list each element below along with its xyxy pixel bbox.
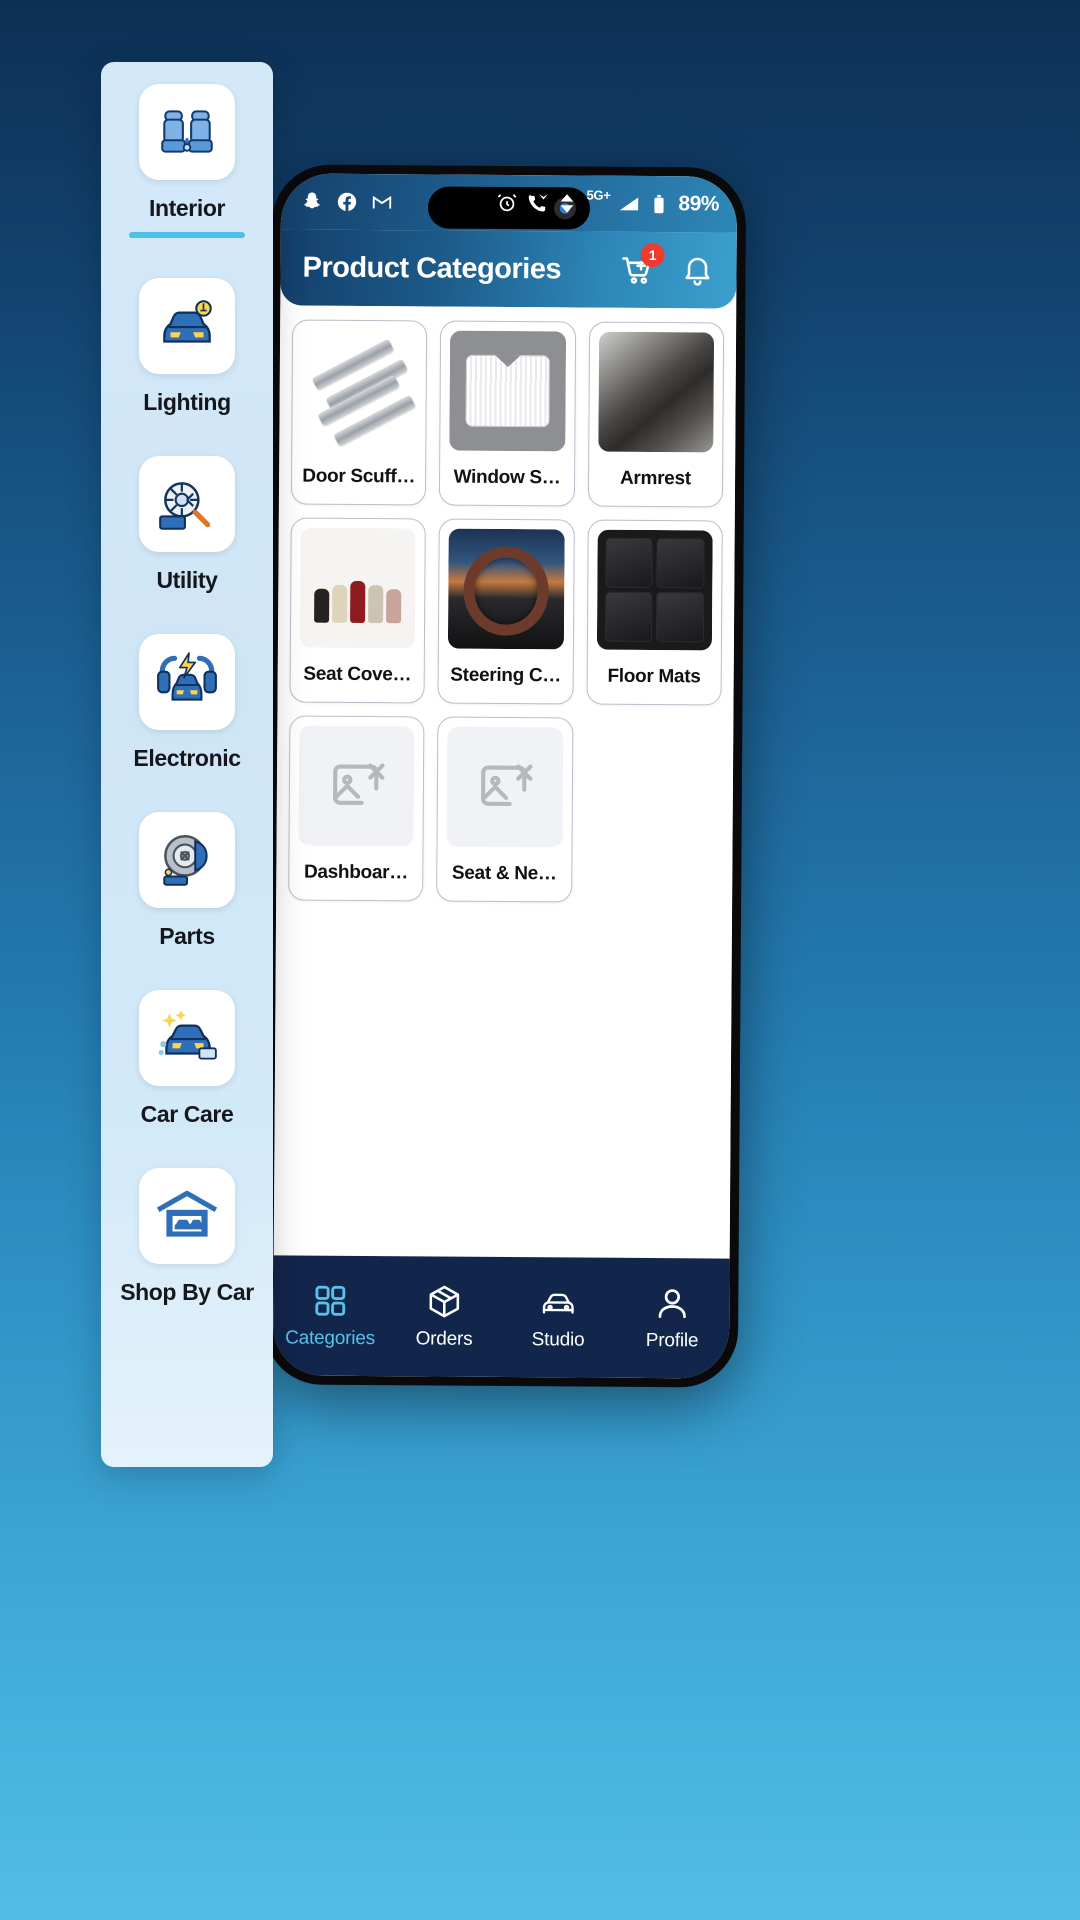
sidebar-tile: [139, 990, 235, 1087]
snapchat-icon: [304, 192, 320, 209]
sidebar-item-label: Electronic: [133, 745, 241, 772]
sidebar-tile: [139, 634, 235, 731]
product-card[interactable]: Seat & Ne…: [436, 716, 574, 903]
status-bar: 5G+ 89%: [280, 173, 738, 233]
car-icon: [542, 1293, 574, 1314]
sidebar-item-shop-by-car[interactable]: Shop By Car: [101, 1168, 273, 1306]
sidebar-item-label: Car Care: [140, 1101, 234, 1128]
status-bar-system-icons: 5G+ 89%: [496, 175, 719, 233]
sidebar-item-label: Parts: [159, 923, 215, 950]
product-card[interactable]: Armrest: [587, 321, 725, 508]
product-image: [299, 527, 417, 649]
product-label: Door Scuff…: [302, 465, 416, 488]
battery-percent-label: 89%: [678, 192, 720, 216]
nav-item-orders[interactable]: Orders: [387, 1283, 501, 1351]
nav-item-profile[interactable]: Profile: [615, 1284, 729, 1352]
product-card[interactable]: Door Scuff…: [290, 319, 428, 506]
car-tools-icon: [159, 482, 211, 530]
sidebar-tile: [139, 84, 235, 180]
sidebar-tile: [139, 812, 235, 909]
product-image-placeholder: [446, 726, 563, 848]
phone-device: 5G+ 89% Product Categories 1 Door Scuff……: [263, 164, 747, 1388]
sidebar-item-utility[interactable]: Utility: [101, 456, 273, 594]
facebook-icon: [337, 192, 357, 211]
cart-badge: 1: [640, 242, 665, 268]
product-card[interactable]: Steering C…: [437, 518, 575, 705]
nav-label: Categories: [285, 1326, 376, 1349]
product-card[interactable]: Seat Cove…: [289, 517, 427, 704]
sidebar-item-label: Shop By Car: [120, 1279, 254, 1306]
phone-screen: 5G+ 89% Product Categories 1 Door Scuff……: [272, 173, 738, 1379]
product-image: [301, 329, 418, 451]
nav-item-categories[interactable]: Categories: [273, 1282, 387, 1350]
sidebar-tile: [139, 456, 235, 553]
signal-bars-icon: [620, 197, 639, 211]
sidebar-item-lighting[interactable]: Lighting: [101, 278, 273, 416]
status-bar-notification-icons: [301, 191, 393, 214]
package-icon: [429, 1285, 460, 1317]
sidebar-item-label: Interior: [148, 195, 226, 221]
gmail-icon: [372, 195, 392, 209]
app-header: Product Categories 1: [280, 229, 737, 309]
nav-label: Studio: [531, 1328, 585, 1351]
notifications-button[interactable]: [680, 253, 714, 287]
product-grid-container: Door Scuff… Window S… Armrest Seat Cove……: [273, 305, 737, 1274]
product-label: Floor Mats: [607, 665, 701, 688]
alarm-icon: [498, 194, 517, 212]
broken-image-icon: [481, 764, 533, 807]
grid-icon: [315, 1285, 346, 1316]
nav-item-studio[interactable]: Studio: [501, 1283, 615, 1351]
sidebar-item-label: Utility: [156, 567, 218, 594]
product-label: Dashboar…: [303, 861, 409, 884]
product-card[interactable]: Dashboar…: [288, 715, 425, 902]
car-seats-icon: [161, 110, 213, 153]
broken-image-icon: [332, 763, 385, 805]
battery-icon: [654, 194, 665, 214]
product-image-placeholder: [298, 725, 415, 847]
network-type-label: 5G+: [586, 187, 611, 203]
category-sidebar: Interior Lighting Utility Electronic Par…: [101, 62, 273, 1467]
sidebar-item-label: Lighting: [143, 389, 231, 416]
car-wash-icon: [158, 1010, 217, 1060]
bell-icon: [685, 257, 710, 286]
product-label: Seat & Ne…: [451, 862, 557, 885]
product-image: [597, 331, 715, 453]
product-image: [596, 529, 713, 651]
sidebar-item-parts[interactable]: Parts: [101, 812, 273, 950]
person-icon: [658, 1288, 686, 1318]
nav-label: Orders: [415, 1327, 473, 1350]
product-grid: Door Scuff… Window S… Armrest Seat Cove……: [288, 319, 725, 904]
car-electric-icon: [157, 652, 217, 701]
product-card[interactable]: Floor Mats: [586, 519, 723, 706]
call-wifi-icon: [529, 194, 549, 212]
page-title: Product Categories: [302, 251, 562, 285]
product-label: Window S…: [453, 466, 561, 489]
sidebar-active-indicator: [129, 232, 245, 239]
header-actions: 1: [620, 242, 714, 288]
sidebar-item-interior[interactable]: Interior: [101, 84, 273, 239]
nav-label: Profile: [645, 1329, 699, 1351]
sidebar-tile: [139, 1168, 235, 1265]
product-label: Seat Cove…: [303, 663, 412, 686]
brake-disc-icon: [163, 835, 208, 886]
car-light-icon: [163, 300, 212, 343]
sidebar-item-car-care[interactable]: Car Care: [101, 990, 273, 1128]
garage-icon: [156, 1191, 218, 1237]
sidebar-item-electronic[interactable]: Electronic: [101, 634, 273, 772]
cart-button[interactable]: 1: [620, 242, 665, 287]
product-label: Armrest: [619, 467, 691, 490]
product-image: [449, 330, 566, 452]
product-card[interactable]: Window S…: [439, 320, 576, 507]
bottom-navigation: Categories Orders Studio Profile: [272, 1255, 730, 1379]
sidebar-tile: [139, 278, 235, 375]
data-transfer-icon: [560, 194, 574, 213]
product-image: [448, 528, 565, 650]
product-label: Steering C…: [450, 664, 562, 687]
